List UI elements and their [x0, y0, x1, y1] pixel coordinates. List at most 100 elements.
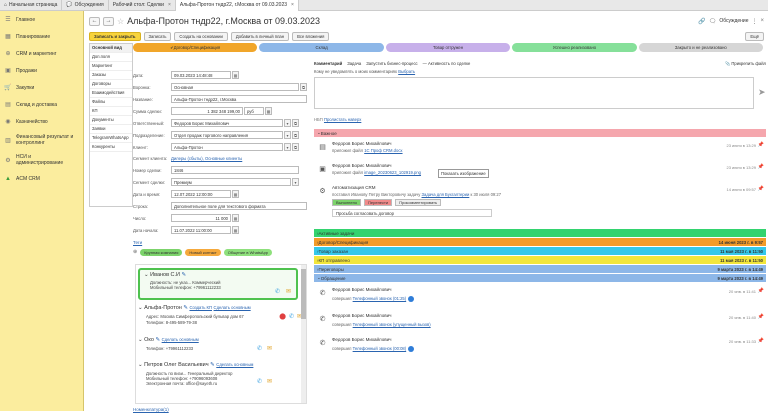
currency-field[interactable]: руб	[244, 107, 264, 115]
map-pin-icon[interactable]: ⬤	[279, 313, 286, 320]
phone-icon[interactable]: ✆	[289, 313, 294, 320]
pin-icon[interactable]: 📌	[758, 338, 764, 344]
section-contract[interactable]: › Договор/Спецификация 14 июня 2023 г. в …	[314, 238, 766, 246]
play-icon[interactable]	[408, 346, 415, 352]
section-negotiations[interactable]: › Переговоры 9 марта 2023 г. в 14:49	[314, 265, 766, 273]
link-icon[interactable]: 🔗	[698, 18, 705, 25]
file-link[interactable]: image_20230623_102919.png	[364, 170, 421, 175]
nav-item-orders[interactable]: Заказы	[90, 71, 132, 80]
dropdown-icon[interactable]: ▾	[284, 131, 291, 139]
nav-item-files[interactable]: Файлы	[90, 98, 132, 107]
dropdown-icon[interactable]: ▾	[284, 143, 291, 151]
tag-chip[interactable]: Общение в WhatsApp	[223, 248, 273, 256]
tag-chip[interactable]: Крупная компания	[140, 248, 183, 256]
message-icon[interactable]: ✉	[267, 345, 272, 352]
row-field[interactable]: Дополнительное поле для текстового форма…	[171, 202, 307, 210]
done-button[interactable]: Выполнено	[332, 199, 362, 206]
call-link[interactable]: Телефонный звонок (упущенный вызов)	[353, 322, 431, 327]
message-icon[interactable]: ✉	[267, 378, 272, 385]
tab-task[interactable]: Задача	[347, 61, 361, 66]
reschedule-button[interactable]: Перенести	[364, 199, 393, 206]
client-field[interactable]: Альфа-Протон	[171, 143, 283, 151]
attachments-button[interactable]: Все вложения	[292, 31, 330, 41]
nav-item-kp[interactable]: КП	[90, 107, 132, 116]
nav-item-marketing[interactable]: Маркетинг	[90, 62, 132, 71]
chat-icon[interactable]: 🗨	[709, 18, 717, 25]
close-icon[interactable]: ×	[168, 2, 171, 8]
segment-link[interactable]: Дилеры (сбыты), Основные клиенты	[171, 156, 242, 161]
section-contact[interactable]: ⌄ Обращение 9 марта 2023 г. в 14:49	[314, 274, 766, 282]
save-button[interactable]: Записать	[143, 31, 172, 41]
message-icon[interactable]: ✉	[286, 288, 291, 295]
call-link[interactable]: Телефонный звонок (01:25)	[353, 296, 407, 301]
contact-card[interactable]: ⌄ Иванов С.И ✎ Должность: не указ... Ком…	[138, 268, 298, 300]
section-active-tasks[interactable]: › Активные задачи	[314, 229, 766, 237]
nav-item-competitors[interactable]: Конкуренты	[90, 143, 132, 152]
sidebar-item-finance[interactable]: ▥ Финансовый результат и контроллинг	[0, 130, 83, 150]
add-tag-icon[interactable]: ⊕	[133, 249, 137, 255]
tag-chip[interactable]: Новый контакт	[185, 248, 221, 256]
more-menu-icon[interactable]: ⋮	[751, 18, 757, 25]
section-important[interactable]: ⌄ Важное	[314, 129, 766, 137]
section-kp[interactable]: › КП отправлено 11 мая 2023 г. в 11:50	[314, 256, 766, 264]
pin-icon[interactable]: 📌	[758, 288, 764, 294]
funnel-field[interactable]: Основная	[171, 83, 299, 91]
scroll-top-link[interactable]: Пролистать наверх	[324, 117, 361, 122]
link-icon[interactable]: ⧉	[300, 83, 307, 91]
tab-home[interactable]: ⌂ Начальная страница	[0, 0, 63, 11]
tab-bp[interactable]: Запустить бизнес-процесс	[366, 61, 417, 66]
calendar-icon[interactable]: ▦	[232, 226, 239, 234]
stage-contract[interactable]: ✔ Договор/Спецификация	[133, 43, 258, 52]
save-close-button[interactable]: Записать и закрыть	[89, 31, 141, 41]
task-link[interactable]: Задача для Бухгалтерии	[422, 192, 470, 197]
sidebar-item-admin[interactable]: ⚙ НСИ и администрирование	[0, 150, 83, 170]
responsible-field[interactable]: Федоров Борис Михайлович	[171, 119, 283, 127]
contact-card[interactable]: ⌄ Петров Олег Васильевич ✎ Сделать основ…	[138, 362, 302, 386]
forward-button[interactable]: →	[103, 16, 114, 26]
deal-segment-field[interactable]: Премиум	[171, 178, 291, 186]
nav-item-documents[interactable]: Документы	[90, 116, 132, 125]
dept-field[interactable]: Отдел продаж торгового направления	[171, 131, 283, 139]
sidebar-item-crm[interactable]: ⊕ CRM и маркетинг	[0, 45, 83, 62]
deal-number-field[interactable]: 1846	[171, 166, 299, 174]
sidebar-item-main[interactable]: ☰ Главное	[0, 11, 83, 28]
tab-comment[interactable]: Комментарий	[314, 61, 342, 66]
sidebar-item-planning[interactable]: ▦ Планирование	[0, 28, 83, 45]
close-icon[interactable]: ×	[291, 2, 294, 8]
nav-item-requests[interactable]: Заявки	[90, 125, 132, 134]
back-button[interactable]: ←	[89, 16, 100, 26]
tags-link[interactable]: Теги	[133, 240, 142, 245]
tab-discussions[interactable]: 💬 Обсуждения	[62, 0, 109, 11]
sidebar-item-purchases[interactable]: 🛒 Закупки	[0, 79, 83, 96]
phone-icon[interactable]: ✆	[275, 288, 280, 295]
sidebar-item-sales[interactable]: ▣ Продажи	[0, 62, 83, 79]
datetime-field[interactable]: 12.07.2022 12:00:00	[171, 190, 231, 198]
tab-deal[interactable]: Альфа-Протон тндр22, г.Москва от 09.03.2…	[175, 0, 299, 11]
name-field[interactable]: Альфа-Протон тндр22, г.Москва	[171, 95, 307, 103]
dropdown-icon[interactable]: ▾	[284, 119, 291, 127]
make-main-link[interactable]: Сделать основным	[216, 362, 253, 367]
nav-item-interactions[interactable]: Взаимодействия	[90, 89, 132, 98]
pin-icon[interactable]: 📌	[758, 186, 764, 192]
close-icon[interactable]: ×	[760, 18, 764, 24]
sidebar-item-treasury[interactable]: ◉ Казначейство	[0, 113, 83, 130]
calendar-icon[interactable]: ▦	[232, 71, 239, 79]
calculator-icon[interactable]: ▦	[232, 214, 239, 222]
stage-warehouse[interactable]: Склад	[259, 43, 384, 52]
create-based-button[interactable]: Создать на основании	[174, 31, 228, 41]
nav-item-main-view[interactable]: Основной вид	[90, 44, 132, 53]
phone-icon[interactable]: ✆	[257, 345, 262, 352]
pin-icon[interactable]: 📌	[758, 314, 764, 320]
comment-input[interactable]	[314, 77, 754, 109]
date-field[interactable]: 09.03.2023 14:48:48	[171, 71, 231, 79]
play-icon[interactable]	[408, 296, 415, 302]
scrollbar[interactable]	[301, 265, 306, 403]
edit-icon[interactable]: ✎	[180, 272, 187, 278]
make-main-link[interactable]: Сделать основным	[162, 337, 199, 342]
stage-success[interactable]: Успешно реализовано	[512, 43, 637, 52]
sidebar-item-acm[interactable]: ▲ ACM CRM	[0, 170, 83, 187]
comment-button[interactable]: Прокомментировать	[395, 199, 442, 206]
dropdown-icon[interactable]: ▾	[292, 178, 299, 186]
number-field[interactable]: 11 000	[171, 214, 231, 222]
add-plan-button[interactable]: Добавить в личный план	[230, 31, 290, 41]
